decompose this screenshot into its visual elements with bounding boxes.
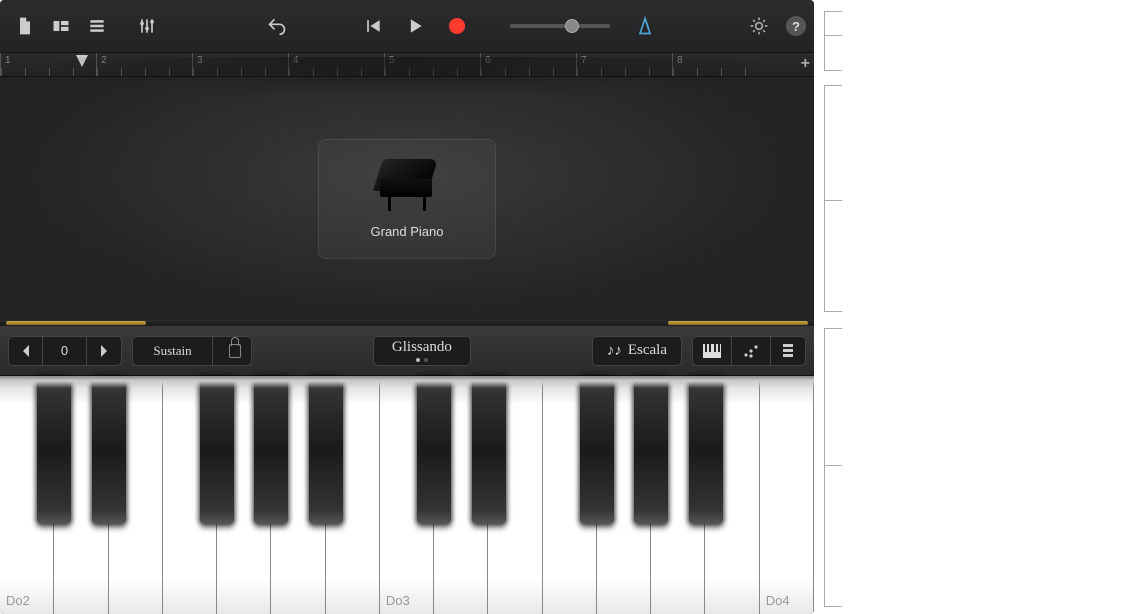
browser-icon	[51, 16, 71, 36]
instrument-name-label: Grand Piano	[371, 224, 444, 239]
arpeggiator-icon	[742, 344, 760, 358]
browser-button[interactable]	[44, 11, 78, 41]
keyboard-layout-chordstrips-button[interactable]	[771, 337, 805, 365]
document-icon	[15, 16, 35, 36]
play-icon	[405, 16, 425, 36]
metronome-button[interactable]	[628, 11, 662, 41]
sustain-lock-toggle[interactable]	[213, 337, 251, 365]
sliders-icon	[137, 16, 157, 36]
chord-strips-icon	[781, 343, 795, 359]
chevron-left-icon	[21, 345, 31, 357]
keyboard-controls: 0 Sustain Glissando ♪♪ Escala	[0, 326, 814, 376]
white-key[interactable]: Do4	[760, 376, 814, 614]
octave-stepper: 0	[8, 336, 122, 366]
keyboard-hinge	[0, 320, 814, 326]
sustain-button[interactable]: Sustain	[132, 336, 252, 366]
instrument-picker[interactable]: Grand Piano	[318, 139, 496, 259]
lock-icon	[229, 344, 241, 358]
keyboard-layout-arpeggiator-button[interactable]	[732, 337, 771, 365]
metronome-icon	[635, 16, 655, 36]
octave-down-button[interactable]	[9, 337, 43, 365]
chevron-right-icon	[99, 345, 109, 357]
gear-icon	[749, 16, 769, 36]
keyboard-gloss	[0, 376, 814, 388]
black-key[interactable]	[254, 376, 288, 524]
volume-thumb[interactable]	[565, 19, 579, 33]
scale-label: Escala	[628, 342, 667, 359]
black-key[interactable]	[92, 376, 126, 524]
grand-piano-icon	[372, 159, 442, 214]
black-key[interactable]	[472, 376, 506, 524]
key-label: Do2	[6, 593, 30, 608]
keyboard-layout-keys-button[interactable]	[693, 337, 732, 365]
record-icon	[449, 18, 465, 34]
song-settings-button[interactable]	[742, 11, 776, 41]
notes-icon: ♪♪	[607, 342, 622, 359]
track-controls-button[interactable]	[130, 11, 164, 41]
list-icon	[87, 16, 107, 36]
black-key[interactable]	[37, 376, 71, 524]
keys-icon	[703, 344, 721, 358]
callout-guides	[824, 0, 1124, 614]
black-key[interactable]	[309, 376, 343, 524]
sustain-label: Sustain	[133, 337, 213, 365]
black-key[interactable]	[580, 376, 614, 524]
black-key[interactable]	[634, 376, 668, 524]
keyboard: Do2 Do3 Do4	[0, 376, 814, 614]
octave-value: 0	[43, 337, 87, 365]
skip-back-icon	[363, 16, 383, 36]
undo-button[interactable]	[260, 11, 294, 41]
play-button[interactable]	[398, 11, 432, 41]
go-to-beginning-button[interactable]	[356, 11, 390, 41]
black-key[interactable]	[689, 376, 723, 524]
page-dots	[416, 358, 428, 362]
master-volume-slider[interactable]	[510, 24, 610, 28]
instrument-area: Grand Piano	[0, 77, 814, 320]
transport-controls	[260, 11, 662, 41]
key-label: Do3	[386, 593, 410, 608]
black-key[interactable]	[200, 376, 234, 524]
scale-button[interactable]: ♪♪ Escala	[592, 336, 682, 366]
my-songs-button[interactable]	[8, 11, 42, 41]
record-button[interactable]	[440, 11, 474, 41]
key-label: Do4	[766, 593, 790, 608]
play-mode-label: Glissando	[392, 339, 452, 356]
control-bar: ?	[0, 0, 814, 53]
keyboard-play-mode-button[interactable]: Glissando	[373, 336, 471, 366]
help-icon-label: ?	[792, 19, 800, 34]
undo-icon	[267, 16, 287, 36]
black-key[interactable]	[417, 376, 451, 524]
keyboard-layout-segmented	[692, 336, 806, 366]
app-window: ? 1 2 3 4 5 6 7 8 + Grand Piano 0	[0, 0, 814, 614]
tracks-view-button[interactable]	[80, 11, 114, 41]
help-button[interactable]: ?	[786, 16, 806, 36]
octave-up-button[interactable]	[87, 337, 121, 365]
